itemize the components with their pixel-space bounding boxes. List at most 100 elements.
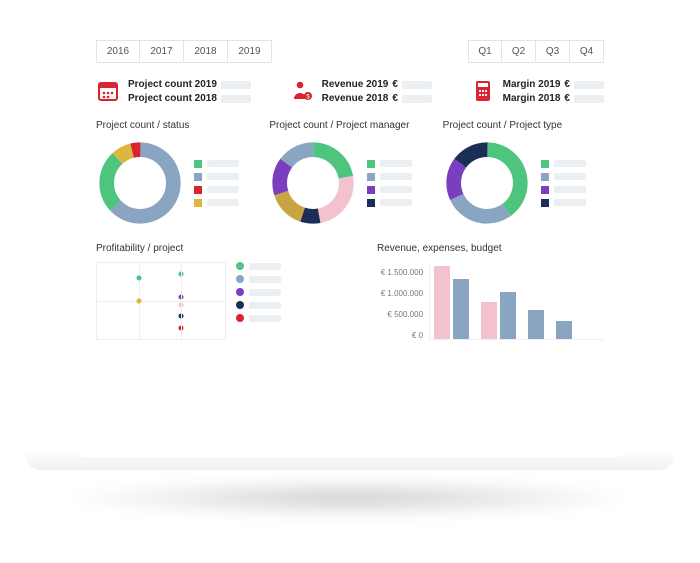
legend-item xyxy=(367,173,412,181)
legend-item xyxy=(541,199,586,207)
swatch-dot-red xyxy=(236,314,244,322)
kpi-placeholder xyxy=(221,95,251,103)
kpi-margin-2018-label: Margin 2018 xyxy=(503,93,561,104)
swatch-yellow xyxy=(194,199,202,207)
year-filter-2019[interactable]: 2019 xyxy=(228,40,272,63)
kpi-revenue: $ Revenue 2019€ Revenue 2018€ xyxy=(290,79,432,104)
revenue-title: Revenue, expenses, budget xyxy=(377,243,604,254)
donut-status: Project count / status xyxy=(96,120,257,227)
swatch-purple xyxy=(541,186,549,194)
bar-blue xyxy=(528,310,544,339)
revenue-y-axis: € 1.500.000 € 1.000.000 € 500.000 € 0 xyxy=(377,268,429,340)
legend-placeholder xyxy=(207,186,239,193)
donut-type-title: Project count / Project type xyxy=(443,120,604,131)
profitability-legend xyxy=(236,262,281,340)
legend-placeholder xyxy=(554,186,586,193)
scatter-dot xyxy=(179,314,184,319)
legend-item xyxy=(194,160,239,168)
kpi-placeholder xyxy=(221,81,251,89)
quarter-filter-group: Q1 Q2 Q3 Q4 xyxy=(468,40,604,63)
profitability-title: Profitability / project xyxy=(96,243,357,254)
legend-placeholder xyxy=(249,315,281,322)
legend-item xyxy=(194,186,239,194)
profitability-section: Profitability / project xyxy=(96,243,357,340)
donut-status-legend xyxy=(194,160,239,207)
axis-tick: € 0 xyxy=(377,331,423,340)
kpi-project-count-2018-label: Project count 2018 xyxy=(128,93,217,104)
donut-manager-title: Project count / Project manager xyxy=(269,120,430,131)
kpi-project-count-2019-label: Project count 2019 xyxy=(128,79,217,90)
legend-placeholder xyxy=(249,263,281,270)
bottom-row: Profitability / project xyxy=(96,243,604,340)
legend-item xyxy=(541,173,586,181)
currency-symbol: € xyxy=(392,79,398,90)
donut-status-title: Project count / status xyxy=(96,120,257,131)
revenue-bars xyxy=(429,262,604,340)
legend-placeholder xyxy=(249,276,281,283)
axis-tick: € 500.000 xyxy=(377,310,423,319)
year-filter-group: 2016 2017 2018 2019 xyxy=(96,40,272,63)
filter-bar: 2016 2017 2018 2019 Q1 Q2 Q3 Q4 xyxy=(96,40,604,63)
donut-manager: Project count / Project manager xyxy=(269,120,430,227)
legend-placeholder xyxy=(380,199,412,206)
kpi-placeholder xyxy=(402,95,432,103)
kpi-margin-2019-label: Margin 2019 xyxy=(503,79,561,90)
laptop-shadow xyxy=(60,478,640,518)
donut-manager-chart xyxy=(269,139,357,227)
donut-type-chart xyxy=(443,139,531,227)
legend-placeholder xyxy=(554,173,586,180)
donut-manager-legend xyxy=(367,160,412,207)
kpi-margin: Margin 2019€ Margin 2018€ xyxy=(471,79,604,104)
scatter-dot xyxy=(179,272,184,277)
swatch-blue xyxy=(541,173,549,181)
legend-placeholder xyxy=(249,289,281,296)
donut-type: Project count / Project type xyxy=(443,120,604,227)
swatch-dot-purple xyxy=(236,288,244,296)
legend-item xyxy=(194,173,239,181)
scatter-dot xyxy=(179,302,184,307)
legend-placeholder xyxy=(207,173,239,180)
kpi-placeholder xyxy=(574,95,604,103)
bar-pink xyxy=(481,302,497,339)
quarter-filter-q4[interactable]: Q4 xyxy=(570,40,604,63)
quarter-filter-q2[interactable]: Q2 xyxy=(502,40,536,63)
calculator-icon xyxy=(471,79,495,103)
swatch-dot-navy xyxy=(236,301,244,309)
axis-tick: € 1.000.000 xyxy=(377,289,423,298)
legend-placeholder xyxy=(249,302,281,309)
bar-blue xyxy=(500,292,516,339)
swatch-navy xyxy=(367,199,375,207)
legend-placeholder xyxy=(380,173,412,180)
legend-item xyxy=(367,199,412,207)
year-filter-2016[interactable]: 2016 xyxy=(96,40,140,63)
revenue-section: Revenue, expenses, budget € 1.500.000 € … xyxy=(377,243,604,340)
donut-type-legend xyxy=(541,160,586,207)
scatter-dot xyxy=(179,295,184,300)
profitability-scatter xyxy=(96,262,226,340)
legend-placeholder xyxy=(207,160,239,167)
legend-placeholder xyxy=(554,160,586,167)
legend-item xyxy=(236,301,281,309)
year-filter-2018[interactable]: 2018 xyxy=(184,40,228,63)
swatch-blue xyxy=(367,173,375,181)
legend-placeholder xyxy=(554,199,586,206)
quarter-filter-q3[interactable]: Q3 xyxy=(536,40,570,63)
bar-blue xyxy=(556,321,572,339)
swatch-red xyxy=(194,186,202,194)
kpi-placeholder xyxy=(574,81,604,89)
year-filter-2017[interactable]: 2017 xyxy=(140,40,184,63)
scatter-dot xyxy=(137,276,142,281)
legend-item xyxy=(367,186,412,194)
legend-item xyxy=(236,275,281,283)
kpi-project-count: Project count 2019 Project count 2018 xyxy=(96,79,251,104)
dashboard-screen: 2016 2017 2018 2019 Q1 Q2 Q3 Q4 Project … xyxy=(70,18,630,458)
swatch-purple xyxy=(367,186,375,194)
quarter-filter-q1[interactable]: Q1 xyxy=(468,40,502,63)
person-money-icon: $ xyxy=(290,79,314,103)
legend-item xyxy=(236,314,281,322)
legend-item xyxy=(236,262,281,270)
kpi-revenue-2019-label: Revenue 2019 xyxy=(322,79,389,90)
swatch-green xyxy=(194,160,202,168)
legend-item xyxy=(194,199,239,207)
bar-blue xyxy=(453,279,469,339)
